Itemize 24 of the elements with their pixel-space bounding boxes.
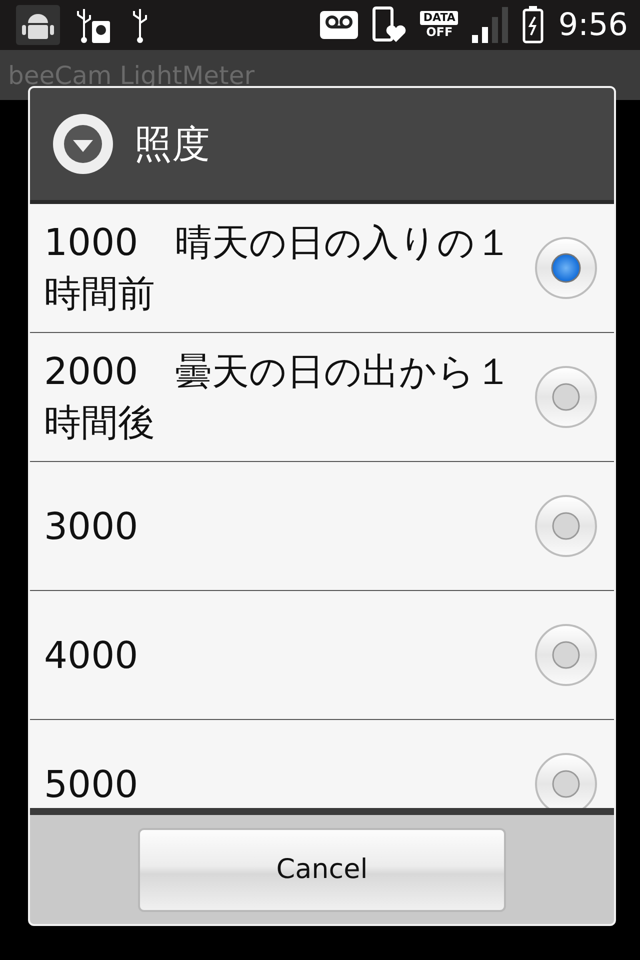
radio-button[interactable]: [534, 236, 598, 300]
option-label: 4000: [44, 632, 140, 678]
option-row[interactable]: 1000 晴天の日の入りの１時間前: [30, 204, 614, 333]
radio-button[interactable]: [534, 752, 598, 808]
option-label: 1000 晴天の日の入りの１時間前: [44, 220, 514, 317]
option-label: 2000 曇天の日の出から１時間後: [44, 349, 514, 446]
clock-time: 9:56: [558, 7, 628, 43]
cancel-button[interactable]: Cancel: [138, 828, 506, 912]
dialog-title: 照度: [134, 120, 210, 168]
data-off-indicator: DATA OFF: [420, 10, 458, 40]
option-row[interactable]: 4000: [30, 591, 614, 720]
option-label: 5000: [44, 762, 140, 808]
radio-button[interactable]: [534, 623, 598, 687]
signal-icon: [472, 7, 508, 43]
option-row[interactable]: 3000: [30, 462, 614, 591]
dropdown-circle-icon: [52, 113, 114, 175]
option-label: 3000: [44, 504, 140, 550]
option-row[interactable]: 2000 曇天の日の出から１時間後: [30, 333, 614, 462]
battery-charging-icon: [522, 6, 544, 44]
voicemail-icon: [320, 11, 358, 39]
radio-button[interactable]: [534, 494, 598, 558]
radio-button[interactable]: [534, 365, 598, 429]
android-robot-icon: [16, 5, 60, 45]
phone-heart-icon: [372, 6, 406, 44]
